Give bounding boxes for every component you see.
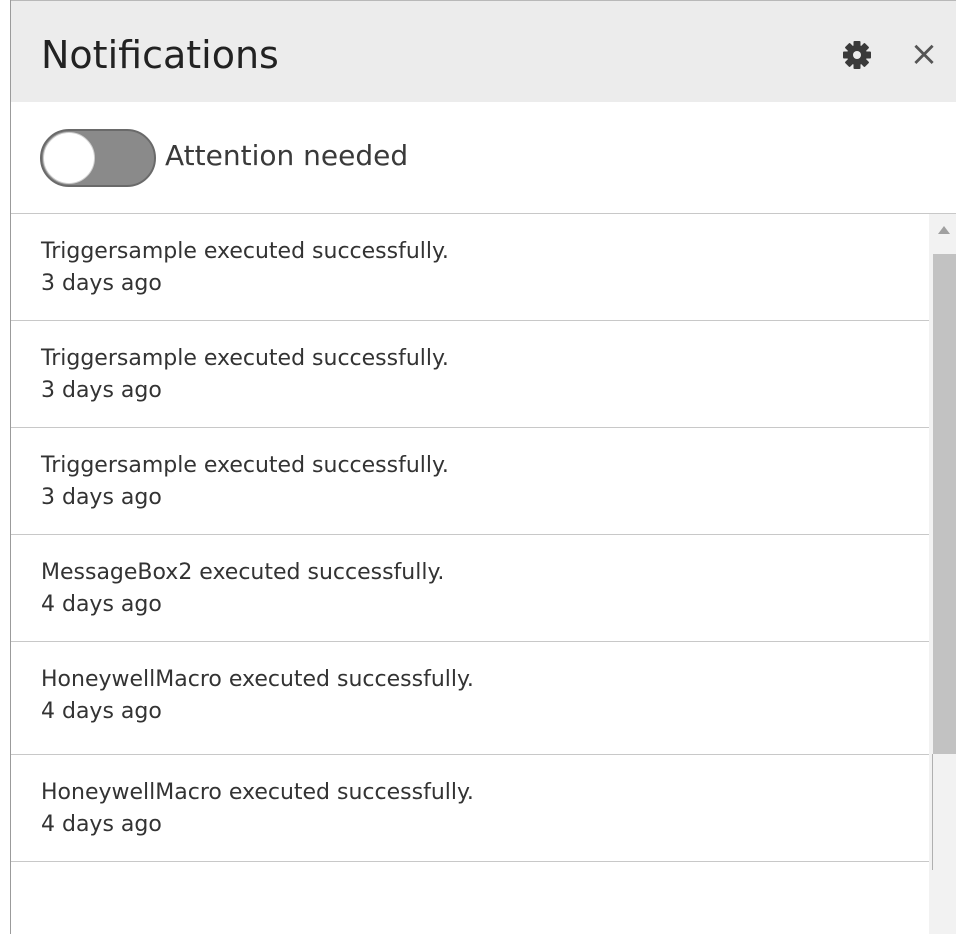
notification-message: MessageBox2 executed successfully. [41,560,445,585]
notification-message: HoneywellMacro executed successfully. [41,667,474,692]
notification-message: Triggersample executed successfully. [41,239,449,264]
toggle-knob [43,132,95,184]
notification-item[interactable]: HoneywellMacro executed successfully. 4 … [11,755,929,862]
notification-list: Triggersample executed successfully. 3 d… [11,214,929,862]
notification-time: 4 days ago [41,812,162,837]
gear-icon[interactable] [841,39,873,71]
notifications-panel: Notifications × Attention needed Trigger… [0,0,956,934]
notification-time: 3 days ago [41,271,162,296]
scrollbar-track-line [932,754,933,870]
notification-time: 4 days ago [41,699,162,724]
notification-time: 3 days ago [41,378,162,403]
notification-item[interactable]: MessageBox2 executed successfully. 4 day… [11,535,929,642]
notification-item[interactable]: Triggersample executed successfully. 3 d… [11,428,929,535]
notification-message: HoneywellMacro executed successfully. [41,780,474,805]
notification-message: Triggersample executed successfully. [41,453,449,478]
notification-item[interactable]: Triggersample executed successfully. 3 d… [11,321,929,428]
attention-filter-row: Attention needed [11,102,956,214]
scrollbar-thumb[interactable] [933,254,956,754]
notification-time: 3 days ago [41,485,162,510]
attention-needed-toggle[interactable] [40,129,156,187]
scroll-up-arrow-icon[interactable] [929,220,956,238]
close-icon[interactable]: × [906,35,942,73]
list-scrollbar[interactable] [929,214,956,934]
attention-needed-label: Attention needed [165,139,409,172]
panel-header: Notifications × [11,0,956,102]
notification-item[interactable]: HoneywellMacro executed successfully. 4 … [11,642,929,755]
panel-title: Notifications [41,33,279,77]
notification-item[interactable]: Triggersample executed successfully. 3 d… [11,214,929,321]
notification-message: Triggersample executed successfully. [41,346,449,371]
notification-time: 4 days ago [41,592,162,617]
